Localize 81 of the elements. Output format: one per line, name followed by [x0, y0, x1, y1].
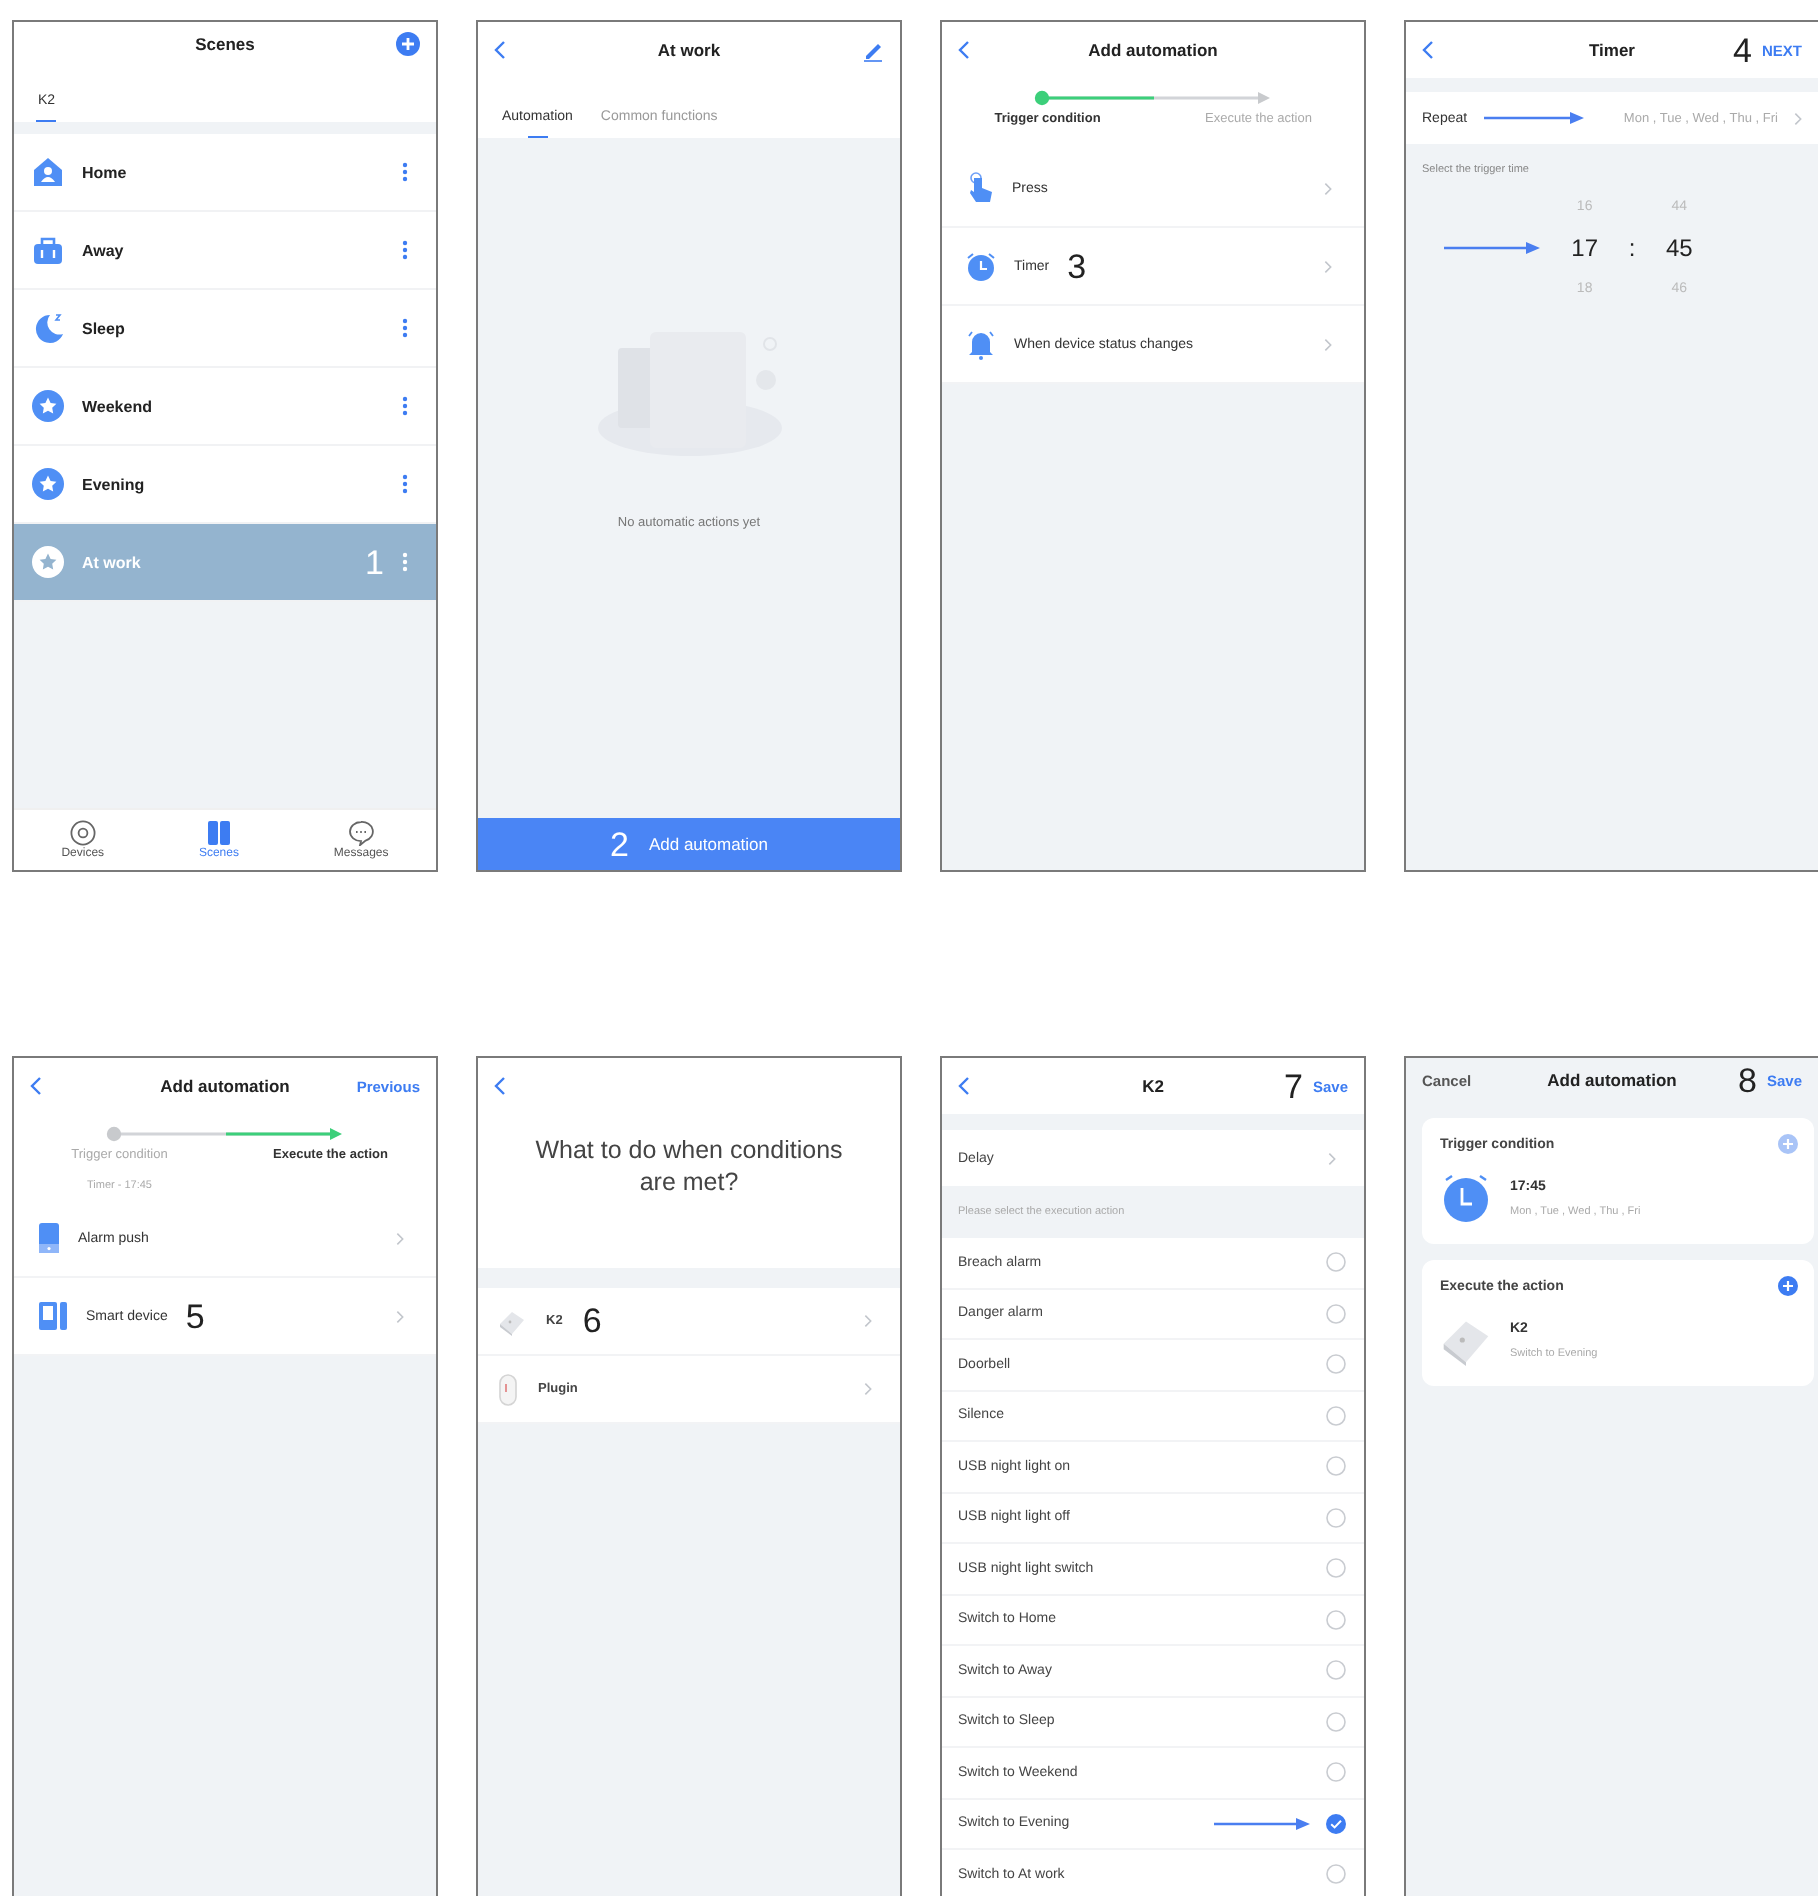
step-number: 6 — [582, 1304, 602, 1338]
back-button[interactable] — [1422, 40, 1434, 60]
hour-option[interactable]: 17 — [1571, 234, 1598, 262]
screen-title: Add automation — [160, 1076, 290, 1096]
radio-button[interactable] — [1326, 1660, 1346, 1681]
panels-icon — [205, 820, 232, 846]
more-icon[interactable] — [402, 474, 408, 494]
step-number: 5 — [185, 1299, 205, 1333]
device-icon — [38, 1300, 68, 1332]
radio-button[interactable] — [1326, 1864, 1346, 1885]
bell-icon — [966, 328, 996, 360]
chevron-right-icon — [864, 1382, 872, 1396]
step-number: 4 — [1733, 33, 1752, 67]
minute-option[interactable]: 45 — [1665, 234, 1693, 262]
add-icon[interactable] — [396, 32, 420, 56]
scene-name: Evening — [82, 475, 147, 493]
add-automation-button[interactable]: 2 Add automation — [478, 818, 900, 870]
scene-item[interactable]: Away — [14, 212, 436, 290]
scene-name: Sleep — [82, 319, 127, 337]
radio-button[interactable] — [1326, 1252, 1346, 1273]
back-button[interactable] — [30, 1076, 42, 1096]
target-icon — [69, 820, 96, 846]
scene-name: Weekend — [82, 397, 154, 415]
more-icon[interactable] — [402, 240, 408, 260]
radio-button[interactable] — [1326, 1711, 1346, 1732]
scene-item[interactable]: Weekend — [14, 368, 436, 446]
radio-button[interactable] — [1326, 1354, 1346, 1375]
chevron-right-icon — [864, 1314, 872, 1328]
scene-name: Away — [82, 241, 126, 259]
radio-button[interactable] — [1326, 1609, 1346, 1630]
moon-icon — [32, 312, 64, 344]
step-number: 3 — [1067, 249, 1087, 283]
chevron-right-icon — [396, 1231, 404, 1245]
chevron-right-icon — [1324, 181, 1332, 195]
radio-button[interactable] — [1326, 1762, 1346, 1783]
step-number: 7 — [1284, 1069, 1303, 1103]
back-button[interactable] — [494, 40, 506, 60]
more-icon[interactable] — [402, 318, 408, 338]
screen-title: Timer — [1589, 40, 1635, 60]
more-icon[interactable] — [402, 396, 408, 416]
radio-button[interactable] — [1326, 1507, 1346, 1528]
more-icon[interactable] — [402, 552, 408, 572]
chevron-right-icon — [1324, 337, 1332, 351]
radio-button[interactable] — [1326, 1456, 1346, 1477]
step-number: 8 — [1738, 1063, 1757, 1097]
chevron-right-icon — [1794, 111, 1802, 125]
radio-button[interactable] — [1326, 1558, 1346, 1579]
clock-icon — [1440, 1172, 1492, 1224]
time-separator: : — [1628, 234, 1636, 262]
chat-bubble-icon — [348, 820, 375, 846]
radio-button[interactable] — [1326, 1813, 1346, 1834]
question-heading: What to do when conditions are met? — [478, 1114, 900, 1268]
scene-item[interactable]: Evening — [14, 446, 436, 524]
chevron-right-icon — [1324, 259, 1332, 273]
bag-icon — [32, 234, 64, 266]
step-number: 1 — [365, 545, 384, 579]
hand-icon — [966, 172, 994, 204]
chevron-right-icon — [396, 1309, 404, 1323]
hub-device-icon — [498, 1307, 526, 1335]
screen-title: At work — [657, 40, 721, 60]
edit-icon[interactable] — [862, 39, 884, 61]
add-icon[interactable] — [1778, 1276, 1798, 1296]
chevron-right-icon — [1328, 1151, 1336, 1165]
scene-name: Home — [82, 163, 129, 181]
screen-title: Add automation — [1088, 40, 1218, 60]
scene-item[interactable]: Home — [14, 134, 436, 212]
phone-icon — [38, 1222, 60, 1254]
back-button[interactable] — [958, 1076, 970, 1096]
screen-title: K2 — [1142, 1076, 1164, 1096]
radio-button[interactable] — [1326, 1405, 1346, 1426]
scene-name: At work — [82, 553, 143, 571]
screen-title: Scenes — [195, 34, 255, 54]
scene-item[interactable]: Sleep — [14, 290, 436, 368]
back-button[interactable] — [958, 40, 970, 60]
screen-title: Add automation — [1547, 1070, 1677, 1090]
clock-icon — [966, 251, 996, 281]
radio-button[interactable] — [1326, 1303, 1346, 1324]
more-icon[interactable] — [402, 162, 408, 182]
house-icon — [32, 156, 64, 188]
plug-device-icon — [498, 1373, 518, 1405]
back-button[interactable] — [494, 1076, 506, 1096]
